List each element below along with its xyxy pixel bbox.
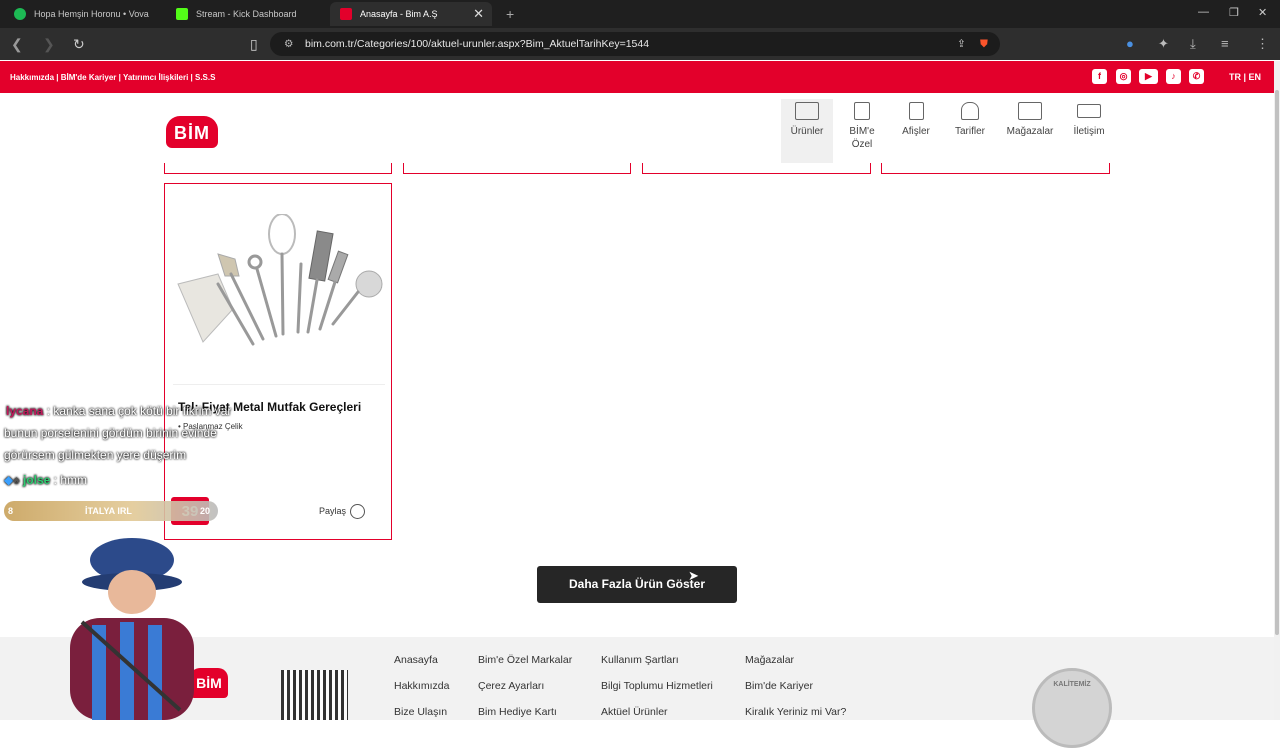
footer-link[interactable]: Bize Ulaşın xyxy=(394,706,447,718)
bim-logo[interactable]: BİM xyxy=(166,116,218,148)
close-tab-icon[interactable]: ✕ xyxy=(473,6,484,22)
bookmark-icon[interactable]: ▯ xyxy=(250,36,258,53)
reload-icon[interactable]: ↻ xyxy=(73,36,85,53)
tab-kick[interactable]: Stream - Kick Dashboard xyxy=(166,2,326,26)
product-card[interactable] xyxy=(164,183,392,540)
footer-link[interactable]: Bim Hediye Kartı xyxy=(478,706,557,718)
mouse-cursor-icon: ➤ xyxy=(688,568,699,583)
tab-spotify[interactable]: Hopa Hemşin Horonu • Vova xyxy=(4,2,164,26)
nav-label: Afişler xyxy=(902,126,930,137)
site-info-icon[interactable]: ⚙ xyxy=(284,32,293,56)
mail-icon xyxy=(1077,104,1101,118)
products-icon xyxy=(854,102,870,120)
scrollbar-thumb[interactable] xyxy=(1275,90,1279,635)
chat-text: : kanka sana çok kötü bir fikrim var xyxy=(43,404,232,418)
share-label[interactable]: Paylaş xyxy=(319,506,346,516)
nav-afisler[interactable]: Afişler xyxy=(890,100,942,138)
hat-badge-icon: ♠ xyxy=(13,473,20,487)
url-field[interactable]: ⚙ bim.com.tr/Categories/100/aktuel-urunl… xyxy=(270,32,1000,56)
footer-link[interactable]: Anasayfa xyxy=(394,654,438,666)
tiktok-icon[interactable]: ♪ xyxy=(1166,69,1181,84)
chat-message: bunun porselenini gördüm birinin evinde xyxy=(4,426,217,440)
chat-text: : hmm xyxy=(50,473,87,487)
product-card-bottom xyxy=(881,163,1110,174)
nav-iletisim[interactable]: İletişim xyxy=(1063,100,1115,138)
goal-end: 20 xyxy=(200,506,211,516)
quality-seal: KALİTEMİZ xyxy=(1032,668,1112,748)
top-red-bar: Hakkımızda | BİM'de Kariyer | Yatırımcı … xyxy=(0,61,1274,93)
nav-bime-ozel[interactable]: BİM'e Özel xyxy=(836,100,888,151)
menu-list-icon[interactable]: ≡ xyxy=(1221,36,1229,51)
goal-label: İTALYA IRL xyxy=(85,506,132,516)
brave-shield-icon[interactable]: ⛊ xyxy=(980,32,988,56)
bim-favicon xyxy=(340,8,352,20)
tab-bim[interactable]: Anasayfa - Bim A.Ş ✕ xyxy=(330,2,492,26)
footer-link[interactable]: Mağazalar xyxy=(745,654,794,666)
url-text: bim.com.tr/Categories/100/aktuel-urunler… xyxy=(305,38,650,50)
download-icon[interactable]: ⤓ xyxy=(1190,36,1196,52)
share-icon[interactable]: ⇪ xyxy=(957,32,966,56)
back-icon[interactable]: ❮ xyxy=(11,36,23,53)
puzzle-icon[interactable]: ✦ xyxy=(1158,36,1169,52)
chat-username: jolse xyxy=(22,473,51,487)
tab-title: Stream - Kick Dashboard xyxy=(196,9,297,19)
footer-link[interactable]: Aktüel Ürünler xyxy=(601,706,668,718)
seal-text: KALİTEMİZ xyxy=(1053,681,1091,688)
instagram-icon[interactable]: ◎ xyxy=(1116,69,1131,84)
language-switch[interactable]: TR | EN xyxy=(1229,72,1261,82)
qr-code-icon xyxy=(281,670,348,720)
streamer-avatar xyxy=(70,538,194,720)
kitchen-utensils-image xyxy=(177,214,383,346)
extension-icon[interactable]: ● xyxy=(1126,36,1134,51)
footer-link[interactable]: Kullanım Şartları xyxy=(601,654,679,666)
address-bar-row: ❮ ❯ ↻ ▯ ⚙ bim.com.tr/Categories/100/aktu… xyxy=(0,28,1280,60)
share-icon[interactable] xyxy=(350,504,365,519)
product-card-bottom xyxy=(403,163,631,174)
chat-username: lycana xyxy=(6,404,44,418)
new-tab-button[interactable]: + xyxy=(496,2,524,26)
chat-message: ◆♠ jolse : hmm xyxy=(4,473,87,487)
nav-label: Ürünler xyxy=(790,126,824,137)
tab-title: Hopa Hemşin Horonu • Vova xyxy=(34,9,149,19)
footer-link[interactable]: Çerez Ayarları xyxy=(478,680,544,692)
nav-label: İletişim xyxy=(1073,126,1105,137)
browser-tab-bar: Hopa Hemşin Horonu • Vova Stream - Kick … xyxy=(0,0,1280,28)
badge-icon: ◆ xyxy=(4,473,14,487)
tab-title: Anasayfa - Bim A.Ş xyxy=(360,9,438,19)
nav-urunler[interactable]: Ürünler xyxy=(781,99,833,163)
poster-icon xyxy=(908,102,924,120)
more-icon[interactable]: ⋮ xyxy=(1256,36,1269,52)
facebook-icon[interactable]: f xyxy=(1092,69,1107,84)
nav-label: Mağazalar xyxy=(1006,126,1054,137)
close-window-icon[interactable]: ✕ xyxy=(1258,6,1267,19)
restore-icon[interactable]: ❐ xyxy=(1229,6,1239,19)
load-more-button[interactable]: Daha Fazla Ürün Göster xyxy=(537,566,737,603)
youtube-icon[interactable]: ▶ xyxy=(1139,69,1158,84)
top-links[interactable]: Hakkımızda | BİM'de Kariyer | Yatırımcı … xyxy=(10,73,215,82)
chef-hat-icon xyxy=(961,102,979,120)
store-icon xyxy=(1018,102,1042,120)
chat-message: lycana : kanka sana çok kötü bir fikrim … xyxy=(6,404,231,418)
nav-label: Tarifler xyxy=(954,126,985,137)
goal-start: 8 xyxy=(8,506,14,516)
product-card-bottom xyxy=(164,163,392,174)
footer-link[interactable]: Hakkımızda xyxy=(394,680,449,692)
spotify-icon xyxy=(14,8,26,20)
footer-link[interactable]: Bilgi Toplumu Hizmetleri xyxy=(601,680,713,692)
forward-icon[interactable]: ❯ xyxy=(43,36,55,53)
minimize-icon[interactable]: — xyxy=(1198,6,1209,18)
nav-tarifler[interactable]: Tarifler xyxy=(944,100,996,138)
nav-label: BİM'e Özel xyxy=(849,126,875,150)
chat-message: görürsem gülmekten yere düşerim xyxy=(4,448,187,462)
footer-link[interactable]: Bim'e Özel Markalar xyxy=(478,654,572,666)
book-icon xyxy=(795,102,819,120)
footer-link[interactable]: Kiralık Yeriniz mi Var? xyxy=(745,706,846,718)
product-card-bottom xyxy=(642,163,871,174)
whatsapp-icon[interactable]: ✆ xyxy=(1189,69,1204,84)
nav-magazalar[interactable]: Mağazalar xyxy=(1000,100,1060,138)
footer-link[interactable]: Bim'de Kariyer xyxy=(745,680,813,692)
divider xyxy=(173,384,385,385)
kick-icon xyxy=(176,8,188,20)
